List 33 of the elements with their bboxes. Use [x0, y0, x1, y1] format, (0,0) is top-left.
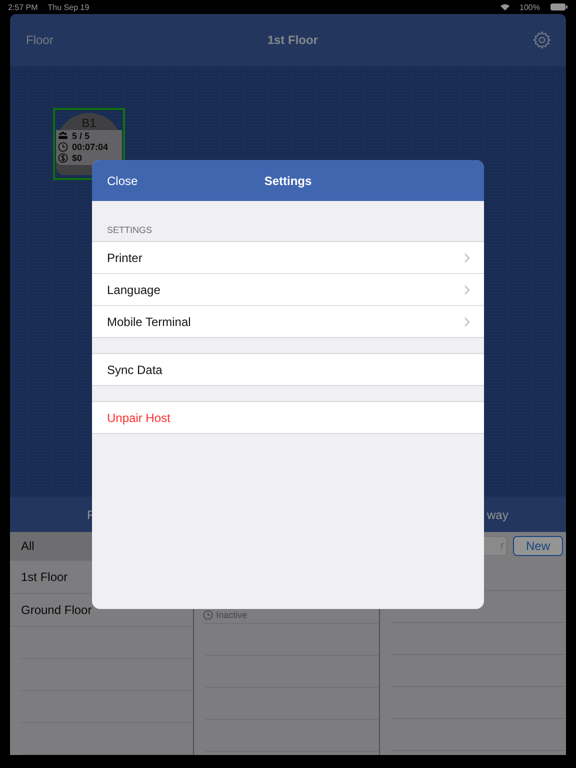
people-icon [58, 130, 68, 140]
floor-label[interactable]: Floor [26, 32, 54, 47]
floor-title: 1st Floor [267, 32, 318, 47]
settings-label: Mobile Terminal [107, 314, 191, 328]
settings-label: Unpair Host [107, 410, 170, 424]
settings-icon[interactable] [532, 30, 552, 50]
dollar-icon [58, 152, 68, 163]
wifi-icon [500, 3, 510, 11]
settings-row[interactable]: Sync Data [92, 354, 484, 385]
dialog-title: Settings [264, 174, 312, 188]
table-status: Inactive [203, 610, 248, 620]
guest-count: 5 / 5 [72, 130, 91, 141]
chevron-icon [464, 316, 470, 326]
chevron-icon [464, 252, 470, 262]
status-date: Thu Sep 19 [48, 2, 90, 12]
elapsed-time: 00:07:04 [72, 142, 110, 152]
clock-icon [203, 610, 213, 620]
chevron-icon [464, 284, 470, 294]
battery-icon [550, 3, 568, 11]
settings-label: Language [107, 282, 160, 296]
battery-percent: 100% [520, 2, 540, 12]
table-amount: $0 [72, 152, 84, 163]
settings-row[interactable]: Language [92, 273, 484, 305]
panel-heading: way [486, 508, 508, 522]
status-time: 2:57 PM [8, 2, 38, 12]
settings-label: Printer [107, 250, 142, 264]
settings-label: Sync Data [107, 362, 162, 376]
clock-icon [58, 142, 68, 152]
new-button[interactable]: New [512, 536, 563, 556]
settings-row[interactable]: Printer [92, 242, 484, 273]
section-header: SETTINGS [106, 224, 154, 237]
settings-row[interactable]: Mobile Terminal [92, 305, 484, 337]
settings-row[interactable]: Unpair Host [92, 402, 484, 433]
